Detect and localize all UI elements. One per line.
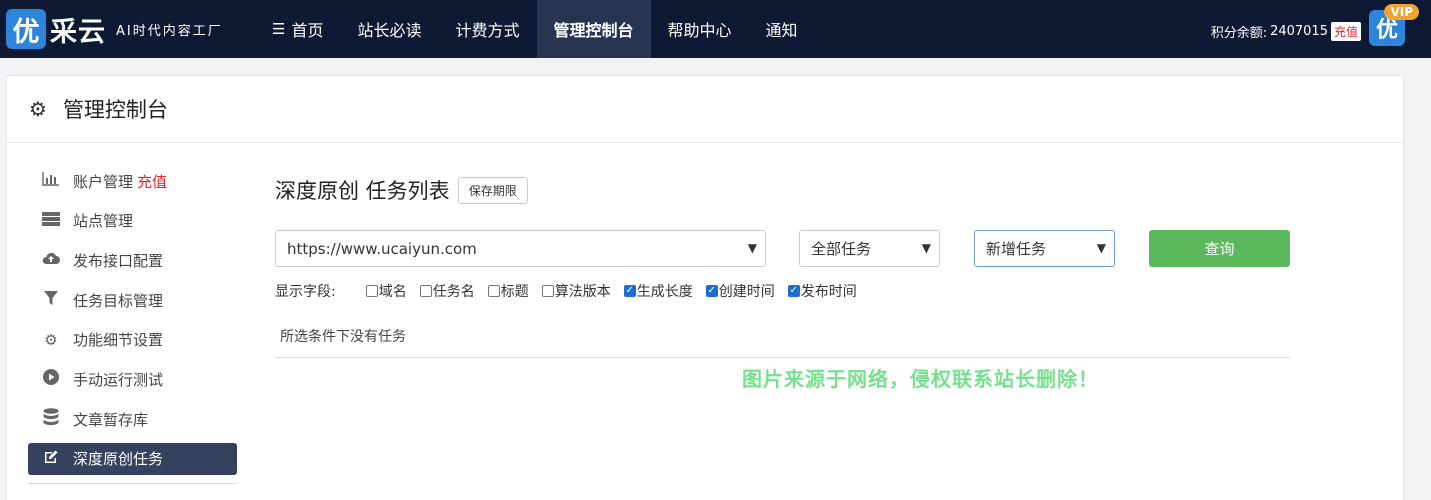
main-nav: ☰ 首页 站长必读 计费方式 管理控制台 帮助中心 通知 bbox=[255, 0, 815, 58]
edit-icon bbox=[40, 449, 62, 469]
sidebar-item-account[interactable]: 账户管理 充值 bbox=[28, 165, 237, 197]
sidebar-recharge-link[interactable]: 充值 bbox=[137, 171, 167, 192]
vip-badge: VIP bbox=[1384, 4, 1419, 20]
field-checkbox-published[interactable]: ✓ 发布时间 bbox=[787, 281, 857, 301]
checkbox-label: 发布时间 bbox=[800, 284, 857, 300]
sidebar-item-label: 发布接口配置 bbox=[73, 251, 164, 270]
site-select[interactable]: https://www.ucaiyun.com ▼ bbox=[275, 230, 766, 267]
field-checkbox-length[interactable]: ✓ 生成长度 bbox=[623, 281, 693, 301]
cloud-upload-icon bbox=[40, 251, 62, 269]
field-checkbox-title[interactable]: 标题 bbox=[487, 281, 529, 301]
console-panel: ⚙ 管理控制台 账户管理 充值 站点管理 发布接口配置 任务目标管理 ⚙ 功能细… bbox=[6, 75, 1404, 500]
logo-badge: 优 bbox=[6, 9, 46, 49]
sidebar-item-label: 站点管理 bbox=[73, 212, 134, 231]
field-checkbox-algorithm[interactable]: 算法版本 bbox=[541, 281, 611, 301]
checkbox-label: 生成长度 bbox=[636, 284, 693, 300]
sidebar-item-label: 任务目标管理 bbox=[73, 291, 164, 310]
top-navbar: 优 采云 AI时代内容工厂 ☰ 首页 站长必读 计费方式 管理控制台 帮助中心 … bbox=[0, 0, 1431, 58]
database-icon bbox=[40, 408, 62, 430]
save-period-button[interactable]: 保存期限 bbox=[457, 176, 528, 204]
checkbox-checked[interactable]: ✓ bbox=[705, 285, 718, 297]
sidebar-item-task-targets[interactable]: 任务目标管理 bbox=[28, 284, 237, 316]
checkbox[interactable] bbox=[365, 285, 378, 297]
sidebar-item-feature-settings[interactable]: ⚙ 功能细节设置 bbox=[28, 324, 237, 356]
checkbox-checked[interactable]: ✓ bbox=[623, 285, 636, 297]
query-button[interactable]: 查询 bbox=[1149, 230, 1290, 267]
checkbox[interactable] bbox=[419, 285, 432, 297]
field-checkbox-domain[interactable]: 域名 bbox=[365, 281, 407, 301]
task-list-header: 深度原创 任务列表 保存期限 bbox=[275, 175, 1295, 205]
watermark: 图片来源于网络，侵权联系站长删除！ bbox=[742, 367, 1099, 391]
filter-bar: https://www.ucaiyun.com ▼ 全部任务 ▼ 新增任务 ▼ … bbox=[275, 230, 1295, 267]
sidebar-divider bbox=[28, 482, 237, 484]
list-icon: ☰ bbox=[272, 20, 286, 38]
checkbox-checked[interactable]: ✓ bbox=[787, 285, 800, 297]
section-title: 深度原创 任务列表 bbox=[275, 179, 450, 203]
nav-item-pricing[interactable]: 计费方式 bbox=[438, 0, 536, 58]
sidebar-item-publish-api[interactable]: 发布接口配置 bbox=[28, 244, 237, 276]
gears-icon: ⚙ bbox=[44, 330, 58, 349]
credit-label: 积分余额: bbox=[1210, 26, 1268, 41]
nav-item-notice[interactable]: 通知 bbox=[749, 0, 815, 58]
nav-label: 首页 bbox=[291, 21, 324, 40]
sidebar-item-label: 深度原创任务 bbox=[73, 450, 164, 469]
gear-icon: ⚙ bbox=[29, 97, 47, 121]
play-circle-icon bbox=[40, 369, 62, 389]
field-checkbox-created[interactable]: ✓ 创建时间 bbox=[705, 281, 775, 301]
chevron-down-icon: ▼ bbox=[921, 241, 931, 255]
nav-label: 通知 bbox=[765, 21, 798, 40]
chevron-down-icon: ▼ bbox=[1096, 241, 1106, 255]
checkbox[interactable] bbox=[487, 285, 500, 297]
logo-name: 采云 bbox=[50, 16, 106, 48]
sidebar-item-article-store[interactable]: 文章暂存库 bbox=[28, 403, 237, 435]
sidebar-item-label: 文章暂存库 bbox=[73, 410, 149, 429]
credit-value: 2407015 bbox=[1270, 24, 1328, 39]
field-checkbox-task-name[interactable]: 任务名 bbox=[419, 281, 475, 301]
action-select[interactable]: 新增任务 ▼ bbox=[974, 230, 1115, 267]
action-select-value: 新增任务 bbox=[986, 240, 1047, 258]
nav-label: 帮助中心 bbox=[667, 21, 732, 40]
credit-balance: 积分余额: 2407015 充值 bbox=[1211, 22, 1361, 41]
checkbox[interactable] bbox=[541, 285, 554, 297]
sidebar-item-sites[interactable]: 站点管理 bbox=[28, 205, 237, 237]
page-title: 管理控制台 bbox=[62, 98, 168, 122]
nav-item-must-read[interactable]: 站长必读 bbox=[340, 0, 438, 58]
chevron-down-icon: ▼ bbox=[747, 241, 757, 255]
nav-label: 计费方式 bbox=[455, 21, 520, 40]
nav-item-help[interactable]: 帮助中心 bbox=[651, 0, 749, 58]
server-icon bbox=[40, 211, 62, 230]
filter-icon bbox=[40, 291, 62, 309]
sidebar-item-label: 功能细节设置 bbox=[73, 331, 164, 350]
sidebar-item-label: 账户管理 bbox=[73, 172, 134, 191]
checkbox-label: 任务名 bbox=[432, 284, 475, 300]
panel-header: ⚙ 管理控制台 bbox=[7, 76, 1403, 143]
recharge-link[interactable]: 充值 bbox=[1330, 22, 1361, 41]
display-fields: 显示字段: 域名 任务名 标题 算法版本 ✓ 生成长度 ✓ 创建时间 ✓ 发布时… bbox=[275, 281, 870, 301]
sidebar-item-label: 手动运行测试 bbox=[73, 370, 164, 389]
checkbox-label: 域名 bbox=[378, 284, 407, 300]
brand-logo[interactable]: 优 采云 AI时代内容工厂 bbox=[6, 6, 223, 52]
sidebar-item-manual-test[interactable]: 手动运行测试 bbox=[28, 363, 237, 395]
task-filter-select[interactable]: 全部任务 ▼ bbox=[799, 230, 940, 267]
nav-label: 站长必读 bbox=[357, 21, 422, 40]
nav-item-home[interactable]: ☰ 首页 bbox=[255, 0, 340, 58]
bar-chart-icon bbox=[40, 172, 62, 190]
main-content: 深度原创 任务列表 保存期限 https://www.ucaiyun.com ▼… bbox=[275, 175, 1295, 358]
checkbox-label: 标题 bbox=[500, 284, 529, 300]
nav-label: 管理控制台 bbox=[553, 21, 634, 40]
checkbox-label: 创建时间 bbox=[718, 284, 775, 300]
logo-tagline: AI时代内容工厂 bbox=[116, 23, 223, 39]
sidebar: 账户管理 充值 站点管理 发布接口配置 任务目标管理 ⚙ 功能细节设置 手动运行… bbox=[28, 165, 237, 484]
display-fields-label: 显示字段: bbox=[275, 284, 336, 300]
task-filter-value: 全部任务 bbox=[811, 240, 872, 258]
checkbox-label: 算法版本 bbox=[554, 284, 611, 300]
nav-item-console[interactable]: 管理控制台 bbox=[536, 0, 651, 58]
site-select-value: https://www.ucaiyun.com bbox=[287, 239, 477, 258]
sidebar-item-deep-original[interactable]: 深度原创任务 bbox=[28, 442, 237, 475]
empty-state: 所选条件下没有任务 bbox=[275, 326, 1290, 358]
